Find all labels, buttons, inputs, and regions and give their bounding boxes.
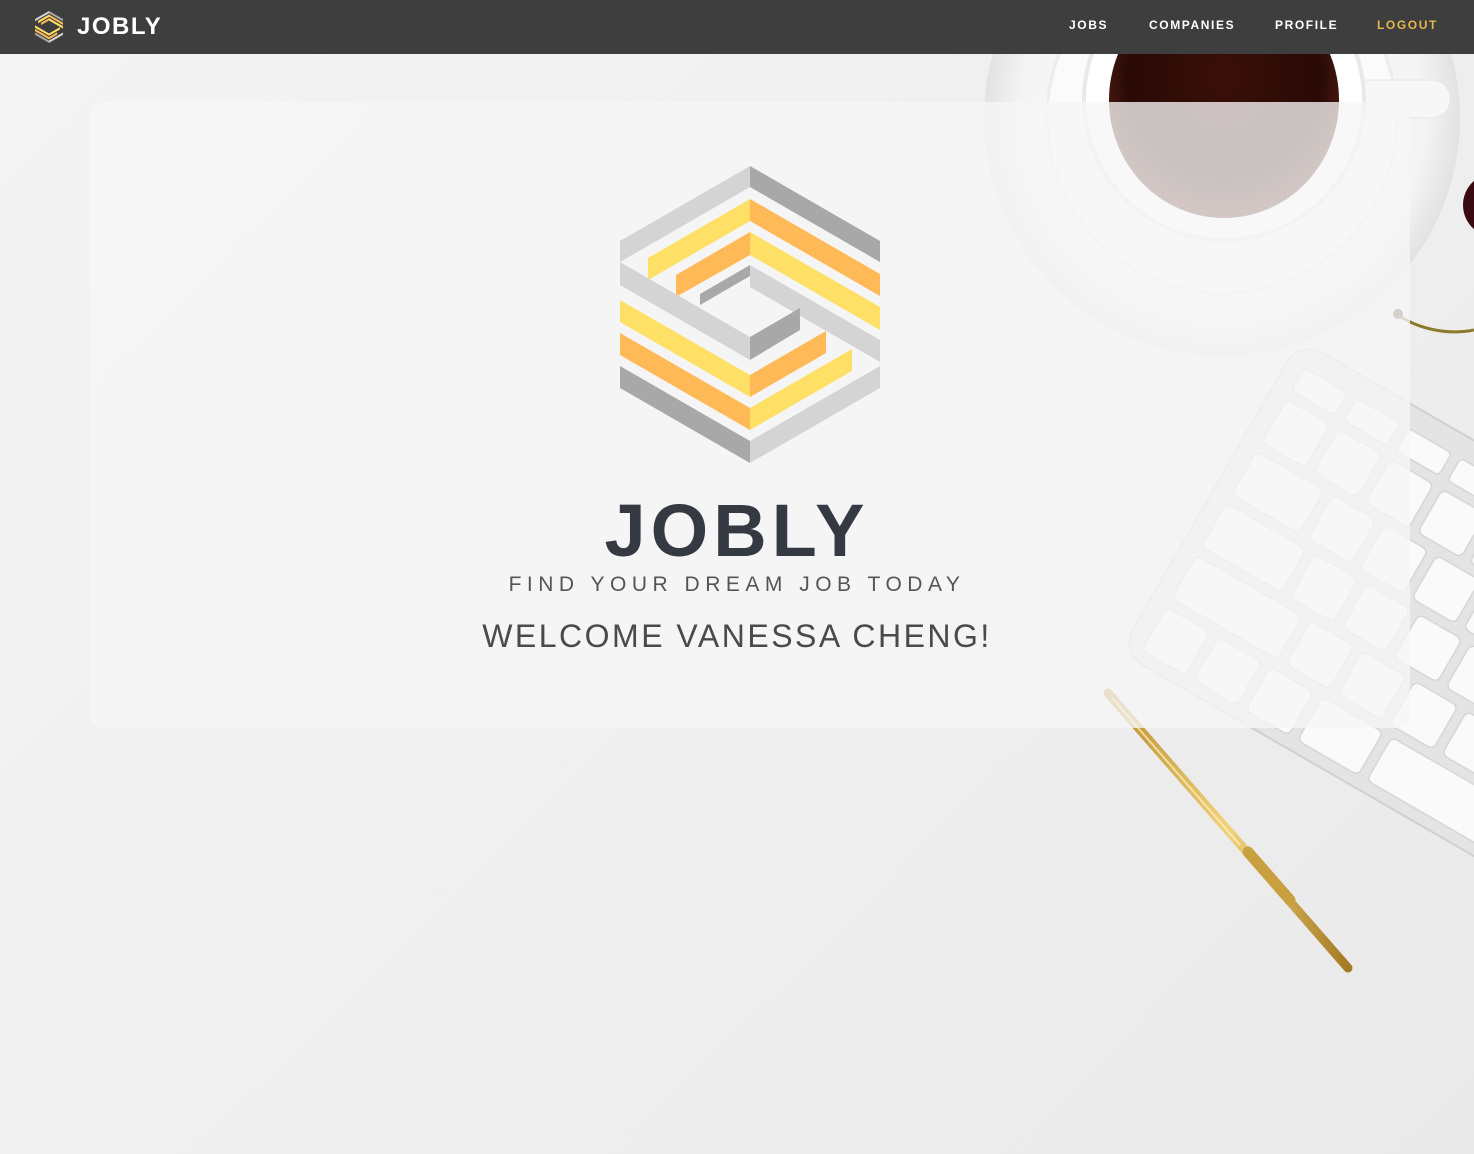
- nav-link-jobs[interactable]: JOBS: [1069, 18, 1108, 32]
- jobly-hexagon-logo-icon: [620, 166, 880, 463]
- welcome-message: WELCOME VANESSA CHENG!: [482, 618, 992, 654]
- nav-link-profile[interactable]: PROFILE: [1275, 18, 1338, 32]
- nav-link-companies[interactable]: COMPANIES: [1149, 18, 1235, 32]
- nav-links: JOBS COMPANIES PROFILE LOGOUT: [0, 0, 1474, 54]
- top-navbar: JOBLY JOBS COMPANIES PROFILE LOGOUT: [0, 0, 1474, 54]
- hero-tagline: FIND YOUR DREAM JOB TODAY: [508, 573, 966, 596]
- nav-link-logout[interactable]: LOGOUT: [1377, 18, 1438, 32]
- hero-title: JOBLY: [604, 489, 870, 572]
